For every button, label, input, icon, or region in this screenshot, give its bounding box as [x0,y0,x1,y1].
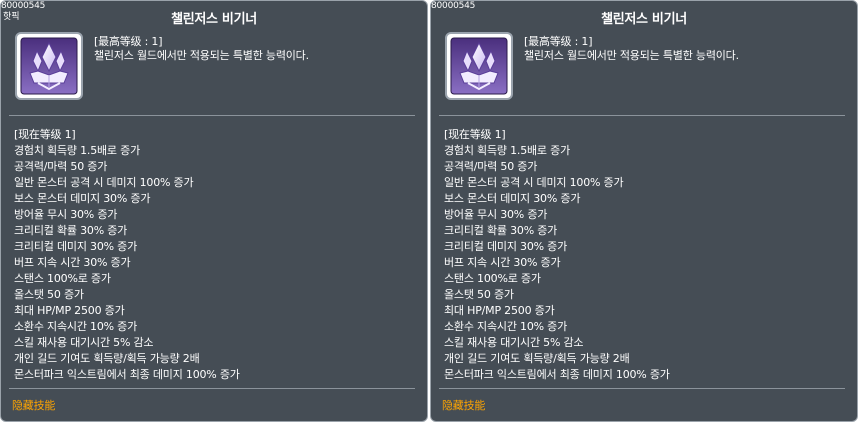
effect-line: 버프 지속 시간 30% 증가 [14,256,131,269]
skill-tooltip-right: 80000545 챌린저스 비기너 [最高等级: 1] 챌린저스 월드에서만 … [430,0,858,422]
effect-line: 스탠스 100%로 증가 [14,272,111,285]
current-level-label: [现在等级 1] [14,128,76,141]
current-level-block: [现在等级 1] 경험치 획득량 1.5배로 증가 공격력/마력 50 증가 일… [444,127,670,383]
hidden-skill-link[interactable]: 隐藏技能 [12,397,55,413]
effect-line: 경험치 획득량 1.5배로 증가 [14,144,140,157]
effect-line: 최대 HP/MP 2500 증가 [14,304,125,317]
effect-line: 개인 길드 기여도 획득량/획득 가능량 2배 [444,352,630,365]
effect-line: 스탠스 100%로 증가 [444,272,541,285]
crystal-crown-icon [20,37,78,95]
effect-line: 최대 HP/MP 2500 증가 [444,304,555,317]
max-level-label: [最高等级 : 1] [94,35,163,48]
skill-info: [最高等级 : 1] 챌린저스 월드에서만 적용되는 특별한 능력이다. [524,35,739,63]
effect-line: 올스탯 50 증가 [14,288,84,301]
effect-line: 보스 몬스터 데미지 30% 증가 [14,192,151,205]
crystal-crown-icon [450,37,508,95]
effect-line: 크리티컬 데미지 30% 증가 [444,240,568,253]
skill-icon-frame [445,32,513,100]
effect-line: 개인 길드 기여도 획득량/획득 가능량 2배 [14,352,200,365]
effect-line: 방어율 무시 30% 증가 [14,208,118,221]
effect-line: 방어율 무시 30% 증가 [444,208,548,221]
effect-line: 보스 몬스터 데미지 30% 증가 [444,192,581,205]
hidden-skill-link[interactable]: 隐藏技能 [442,397,485,413]
current-level-label: [现在等级 1] [444,128,506,141]
effect-line: 크리티컬 확률 30% 증가 [444,224,558,237]
effect-line: 올스탯 50 증가 [444,288,514,301]
effect-line: 일반 몬스터 공격 시 데미지 100% 증가 [444,176,624,189]
skill-description: 챌린저스 월드에서만 적용되는 특별한 능력이다. [524,49,739,62]
max-level-label: [最高等级 : 1] [524,35,593,48]
divider [9,388,415,389]
skill-title: 챌린저스 비기너 [601,12,687,27]
effect-line: 소환수 지속시간 10% 증가 [444,320,568,333]
effect-line: 경험치 획득량 1.5배로 증가 [444,144,570,157]
skill-title: 챌린저스 비기너 [171,12,257,27]
effect-line: 크리티컬 확률 30% 증가 [14,224,128,237]
comparison-view: 80000545 핫픽 챌린저스 비기너 [最高等级: 1] 챌린저스 월드에… [0,0,860,422]
effect-line: 몬스터파크 익스트림에서 최종 데미지 100% 증가 [14,368,240,381]
effect-line: 스킬 재사용 대기시간 5% 감소 [14,336,154,349]
effect-line: 몬스터파크 익스트림에서 최종 데미지 100% 증가 [444,368,670,381]
skill-description: 챌린저스 월드에서만 적용되는 특별한 능력이다. [94,49,309,62]
divider [439,388,845,389]
effect-line: 크리티컬 데미지 30% 증가 [14,240,138,253]
current-level-block: [现在等级 1] 경험치 획득량 1.5배로 증가 공격력/마력 50 증가 일… [14,127,240,383]
divider [439,115,845,116]
effect-line: 공격력/마력 50 증가 [14,160,108,173]
effect-line: 공격력/마력 50 증가 [444,160,538,173]
skill-tooltip-left: 80000545 핫픽 챌린저스 비기너 [最高等级: 1] 챌린저스 월드에… [0,0,428,422]
effect-line: 소환수 지속시간 10% 증가 [14,320,138,333]
effect-line: 버프 지속 시간 30% 증가 [444,256,561,269]
skill-info: [最高等级 : 1] 챌린저스 월드에서만 적용되는 특별한 능력이다. [94,35,309,63]
skill-icon-frame [15,32,83,100]
effect-line: 스킬 재사용 대기시간 5% 감소 [444,336,584,349]
divider [9,115,415,116]
effect-line: 일반 몬스터 공격 시 데미지 100% 증가 [14,176,194,189]
